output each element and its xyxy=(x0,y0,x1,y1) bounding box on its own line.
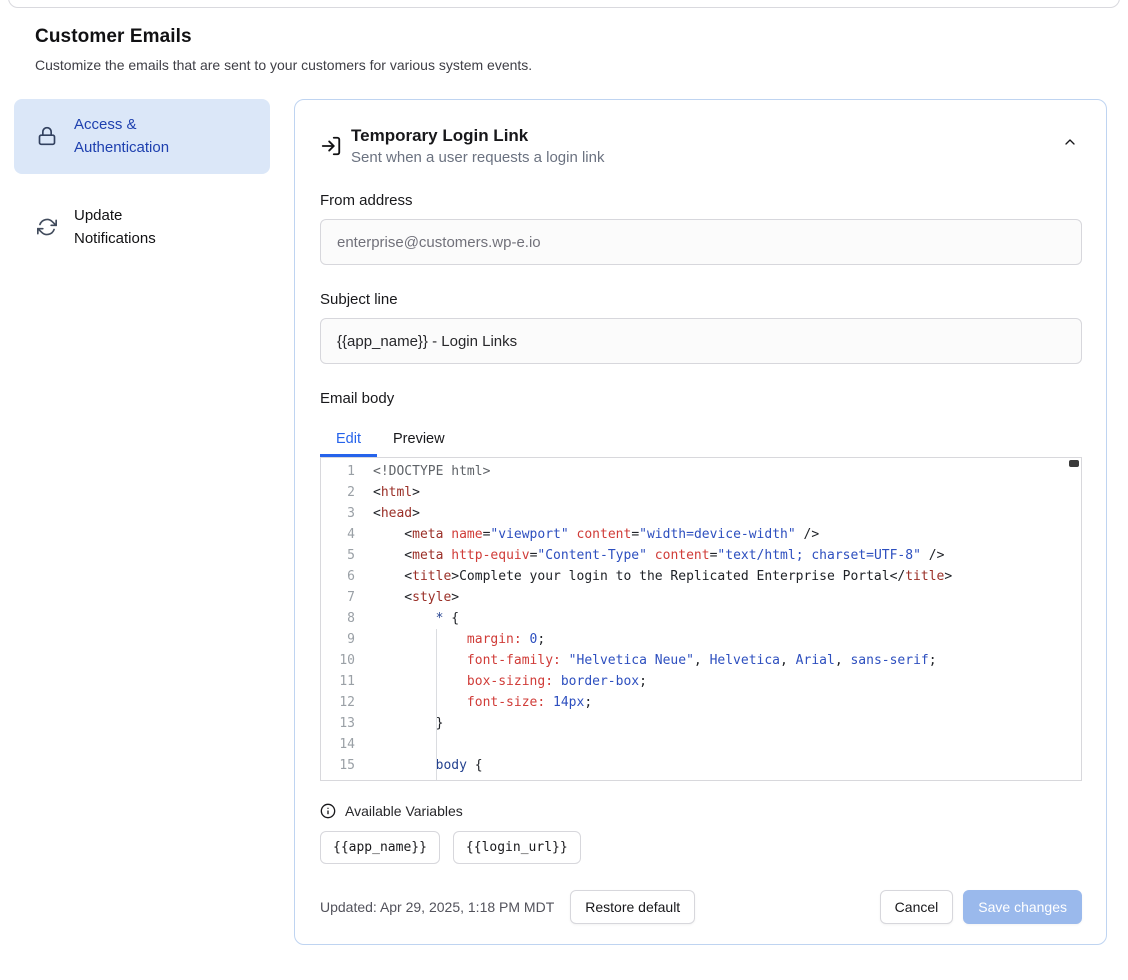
code-line: 5 <meta http-equiv="Content-Type" conten… xyxy=(321,545,1081,566)
sidebar-item-update-notifications[interactable]: Update Notifications xyxy=(14,190,270,265)
code-lines: 1<!DOCTYPE html>2<html>3<head>4 <meta na… xyxy=(321,461,1081,781)
code-text: box-sizing: border-box; xyxy=(373,671,647,692)
code-text: <meta name="viewport" content="width=dev… xyxy=(373,524,819,545)
code-line: 3<head> xyxy=(321,503,1081,524)
from-address-label: From address xyxy=(320,192,1082,209)
code-line: 8 * { xyxy=(321,608,1081,629)
temporary-login-link-panel: Temporary Login Link Sent when a user re… xyxy=(294,99,1107,945)
code-line: 10 font-family: "Helvetica Neue", Helvet… xyxy=(321,650,1081,671)
code-line: 4 <meta name="viewport" content="width=d… xyxy=(321,524,1081,545)
line-number: 16 xyxy=(321,776,369,781)
code-text: <meta http-equiv="Content-Type" content=… xyxy=(373,545,944,566)
available-variables-label: Available Variables xyxy=(345,803,463,819)
line-number: 12 xyxy=(321,692,369,713)
restore-default-button[interactable]: Restore default xyxy=(570,890,695,924)
updated-timestamp: Updated: Apr 29, 2025, 1:18 PM MDT xyxy=(320,899,554,915)
from-address-input[interactable] xyxy=(320,219,1082,265)
line-number: 15 xyxy=(321,755,369,776)
refresh-icon xyxy=(36,216,58,238)
line-number: 8 xyxy=(321,608,369,629)
code-line: 13 } xyxy=(321,713,1081,734)
code-line: 9 margin: 0; xyxy=(321,629,1081,650)
editor-scrollbar[interactable] xyxy=(1068,459,1080,779)
line-number: 14 xyxy=(321,734,369,755)
code-line: 6 <title>Complete your login to the Repl… xyxy=(321,566,1081,587)
panel-footer: Updated: Apr 29, 2025, 1:18 PM MDT Resto… xyxy=(320,890,1082,924)
chevron-up-icon xyxy=(1062,134,1078,150)
code-text: font-family: "Helvetica Neue", Helvetica… xyxy=(373,650,937,671)
code-text: background-color: #f6f6f6; xyxy=(373,776,670,781)
variable-chips: {{app_name}} {{login_url}} xyxy=(320,831,1082,864)
content-row: Access & Authentication Update Notificat… xyxy=(0,99,1128,945)
code-line: 15 body { xyxy=(321,755,1081,776)
variable-chip-login-url[interactable]: {{login_url}} xyxy=(453,831,581,864)
email-types-sidebar: Access & Authentication Update Notificat… xyxy=(14,99,270,264)
code-line: 12 font-size: 14px; xyxy=(321,692,1081,713)
log-in-icon xyxy=(320,135,342,157)
line-number: 1 xyxy=(321,461,369,482)
save-changes-button[interactable]: Save changes xyxy=(963,890,1082,924)
panel-heading: Temporary Login Link Sent when a user re… xyxy=(351,126,604,166)
code-line: 14 xyxy=(321,734,1081,755)
line-number: 9 xyxy=(321,629,369,650)
code-line: 2<html> xyxy=(321,482,1081,503)
code-text: } xyxy=(373,713,443,734)
line-number: 11 xyxy=(321,671,369,692)
indent-guide xyxy=(436,629,437,780)
email-body-code-editor[interactable]: 1<!DOCTYPE html>2<html>3<head>4 <meta na… xyxy=(320,457,1082,781)
panel-title: Temporary Login Link xyxy=(351,126,604,146)
code-line: 1<!DOCTYPE html> xyxy=(321,461,1081,482)
editor-scrollbar-thumb[interactable] xyxy=(1069,460,1079,467)
cancel-button[interactable]: Cancel xyxy=(880,890,954,924)
line-number: 10 xyxy=(321,650,369,671)
variable-chip-app-name[interactable]: {{app_name}} xyxy=(320,831,440,864)
sidebar-item-label: Access & Authentication xyxy=(74,113,206,160)
code-line: 11 box-sizing: border-box; xyxy=(321,671,1081,692)
code-text: <title>Complete your login to the Replic… xyxy=(373,566,952,587)
previous-card-bottom-edge xyxy=(8,0,1120,8)
code-text: <html> xyxy=(373,482,420,503)
code-text: <head> xyxy=(373,503,420,524)
sidebar-item-label: Update Notifications xyxy=(74,204,206,251)
line-number: 6 xyxy=(321,566,369,587)
line-number: 5 xyxy=(321,545,369,566)
line-number: 7 xyxy=(321,587,369,608)
panel-header: Temporary Login Link Sent when a user re… xyxy=(320,126,1082,166)
line-number: 13 xyxy=(321,713,369,734)
code-text: <!DOCTYPE html> xyxy=(373,461,490,482)
code-line: 7 <style> xyxy=(321,587,1081,608)
customer-emails-page: Customer Emails Customize the emails tha… xyxy=(0,0,1128,980)
editor-tabs: Edit Preview xyxy=(320,421,1082,457)
page-subtitle: Customize the emails that are sent to yo… xyxy=(35,57,1128,73)
email-body-label: Email body xyxy=(320,390,1082,407)
panel-subtitle: Sent when a user requests a login link xyxy=(351,149,604,166)
code-text: font-size: 14px; xyxy=(373,692,592,713)
page-title: Customer Emails xyxy=(35,26,1128,48)
code-text: body { xyxy=(373,755,483,776)
code-text: margin: 0; xyxy=(373,629,545,650)
info-icon xyxy=(320,803,336,819)
subject-line-label: Subject line xyxy=(320,291,1082,308)
tab-edit[interactable]: Edit xyxy=(320,421,377,457)
subject-line-input[interactable] xyxy=(320,318,1082,364)
code-text: <style> xyxy=(373,587,459,608)
line-number: 2 xyxy=(321,482,369,503)
sidebar-item-access-authentication[interactable]: Access & Authentication xyxy=(14,99,270,174)
line-number: 3 xyxy=(321,503,369,524)
code-text: * { xyxy=(373,608,459,629)
tab-preview[interactable]: Preview xyxy=(377,421,461,457)
page-header: Customer Emails Customize the emails tha… xyxy=(35,26,1128,73)
code-line: 16 background-color: #f6f6f6; xyxy=(321,776,1081,781)
lock-icon xyxy=(36,125,58,147)
available-variables-row: Available Variables xyxy=(320,803,1082,819)
collapse-panel-button[interactable] xyxy=(1058,130,1082,154)
line-number: 4 xyxy=(321,524,369,545)
